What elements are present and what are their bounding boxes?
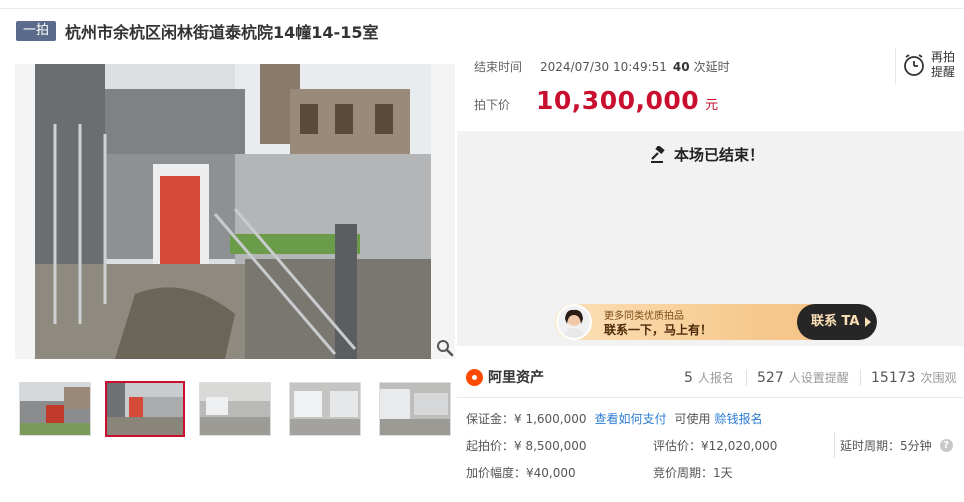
final-price: 10,300,000 [536,86,700,115]
ali-asset-logo-icon [466,368,483,386]
ended-text: 本场已结束！ [674,146,765,164]
remind-label: 再拍提醒 [931,50,956,79]
start-price: 起拍价：¥ 8,500,000 [466,439,587,453]
stat-label: 人设置提醒 [788,371,849,385]
remind-button[interactable]: 再拍提醒 [895,48,959,84]
deposit-row: 保证金：¥ 1,600,000 查看如何支付 可使用 赊钱报名 [466,410,763,427]
contact-button-label: 联系 TA [811,314,860,329]
price-label: 拍下价 [474,98,511,112]
assessed-price: 评估价：¥12,020,000 [653,439,778,453]
thumbnail-3[interactable] [199,382,271,436]
bid-increment: 加价幅度：¥40,000 [466,466,576,480]
thumbnail-photo [107,383,183,435]
stat-label: 人报名 [697,371,734,385]
usable-label: 可使用 [674,412,711,426]
delay-period-row: 延时周期：5分钟 ? [840,437,953,454]
platform-name: 阿里资产 [488,370,544,386]
thumbnail-photo [290,383,360,435]
help-icon[interactable]: ? [939,439,953,452]
stat-views: 15173 次围观 [871,369,957,386]
price-unit: 元 [705,98,719,113]
arrow-right-icon [865,317,871,327]
delay-period: 延时周期：5分钟 [840,439,932,453]
thumbnail-2-active[interactable] [105,381,185,437]
delay-label: 次延时 [693,60,730,74]
contact-button[interactable]: 联系 TA [797,304,877,340]
banner-line1: 更多同类优质拍品 [604,311,684,322]
stat-divider [746,370,747,386]
title-row: 一拍 杭州市余杭区闲林街道泰杭院14幢14-15室 [16,20,378,42]
deposit-amount: 保证金：¥ 1,600,000 [466,412,587,426]
top-divider [0,8,964,9]
delay-count: 40 [672,59,690,74]
contact-banner[interactable]: 更多同类优质拍品 联系一下，马上有！ 联系 TA [555,304,877,340]
stat-reminders: 527 人设置提醒 [757,369,849,386]
main-image-area [15,64,455,359]
how-to-pay-link[interactable]: 查看如何支付 [595,410,667,427]
zoom-icon[interactable] [436,339,454,357]
end-time-row: 结束时间 2024/07/30 10:49:51 40 次延时 [474,58,730,75]
alarm-clock-icon [904,54,924,76]
thumbnail-5[interactable] [379,382,451,436]
platform-logo: 阿里资产 [466,367,544,387]
end-time-label: 结束时间 [474,60,523,74]
gavel-icon [651,145,665,163]
thumbnail-photo [20,383,90,435]
detail-divider [834,432,835,458]
price-row: 拍下价 10,300,000 元 [474,86,718,115]
thumbnail-4[interactable] [289,382,361,436]
stat-value: 15173 [871,370,916,386]
thumbnail-1[interactable] [19,382,91,436]
stat-value: 527 [757,370,784,386]
bid-period: 竞价周期：1天 [653,466,733,480]
stat-value: 5 [684,370,693,386]
page-title: 杭州市余杭区闲林街道泰杭院14幢14-15室 [65,23,379,42]
stat-divider [860,370,861,386]
agent-avatar [556,304,592,340]
stat-signups: 5 人报名 [684,369,734,386]
stat-label: 次围观 [920,371,957,385]
banner-line2: 联系一下，马上有！ [604,323,713,337]
end-time-value: 2024/07/30 10:49:51 [540,59,667,74]
credit-signup-link[interactable]: 赊钱报名 [715,410,763,427]
thumbnail-photo [380,383,450,435]
main-image[interactable] [35,64,431,359]
auction-ended-status: 本场已结束！ [650,144,764,165]
courtyard-photo [35,64,431,359]
auction-round-badge: 一拍 [16,21,57,41]
thumbnail-photo [200,383,270,435]
